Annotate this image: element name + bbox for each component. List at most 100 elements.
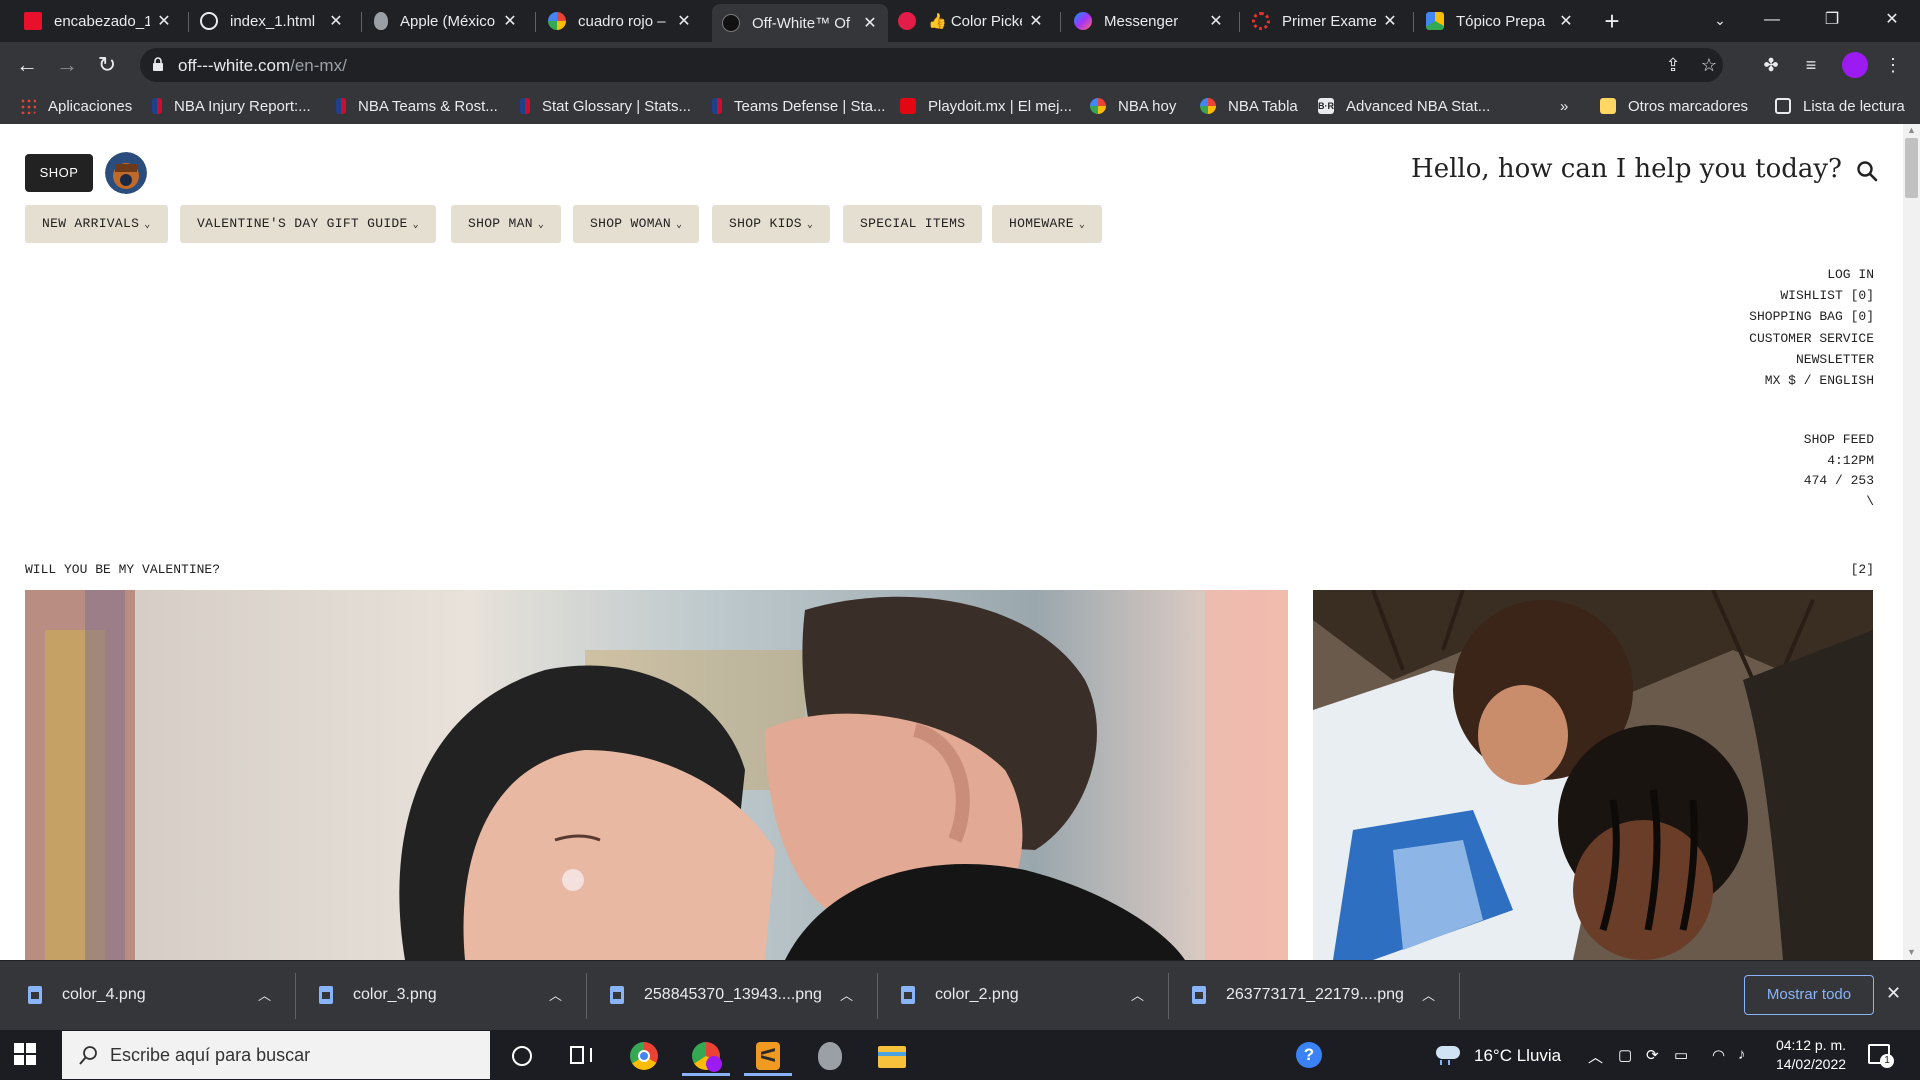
minimize-button[interactable]: — <box>1746 0 1798 40</box>
menu-dots-icon[interactable]: ⋮ <box>1882 54 1904 76</box>
profile-avatar[interactable] <box>1842 52 1868 78</box>
close-icon[interactable]: ✕ <box>502 11 518 31</box>
chevron-up-icon[interactable]: ︿ <box>840 985 853 1004</box>
close-icon[interactable]: ✕ <box>862 13 878 33</box>
download-item[interactable]: color_2.png ︿ <box>873 961 1163 1031</box>
close-download-shelf-icon[interactable]: ✕ <box>1886 983 1901 1004</box>
shopping-bag-link[interactable]: SHOPPING BAG [0] <box>1749 306 1874 327</box>
weather-text[interactable]: 16°C Lluvia <box>1474 1046 1561 1066</box>
tab-search-button[interactable]: ⌄ <box>1694 0 1746 40</box>
bookmark-apps[interactable]: Aplicaciones <box>20 94 132 118</box>
shop-feed-title[interactable]: SHOP FEED <box>1804 430 1874 451</box>
menu-shop-man[interactable]: SHOP MAN ⌄ <box>451 205 562 243</box>
restore-button[interactable]: ❐ <box>1806 0 1858 40</box>
reading-list[interactable]: Lista de lectura <box>1775 94 1905 118</box>
page-scrollbar[interactable]: ▲ ▼ <box>1903 124 1920 960</box>
tab-apple[interactable]: Apple (México ✕ <box>364 4 528 38</box>
taskbar-search-box[interactable]: Escribe aquí para buscar <box>62 1031 490 1079</box>
tab-off-white[interactable]: Off-White™ Of ✕ <box>712 4 888 42</box>
bookmarks-overflow-button[interactable]: » <box>1560 94 1568 118</box>
system-clock[interactable]: 04:12 p. m. 14/02/2022 <box>1766 1036 1856 1074</box>
wishlist-link[interactable]: WISHLIST [0] <box>1749 285 1874 306</box>
close-icon[interactable]: ✕ <box>156 11 172 31</box>
login-link[interactable]: LOG IN <box>1749 264 1874 285</box>
search-icon[interactable] <box>1856 160 1878 182</box>
chrome-icon[interactable] <box>620 1036 668 1076</box>
file-explorer-icon[interactable] <box>868 1036 916 1076</box>
tab-color-picker[interactable]: 👍 Color Picke ✕ <box>888 4 1054 38</box>
menu-new-arrivals[interactable]: NEW ARRIVALS ⌄ <box>25 205 168 243</box>
star-icon[interactable]: ☆ <box>1698 54 1720 76</box>
chevron-up-icon[interactable]: ︿ <box>1588 1046 1603 1067</box>
download-item[interactable]: color_3.png ︿ <box>291 961 581 1031</box>
tab-cuadro-rojo[interactable]: cuadro rojo – I ✕ <box>538 4 702 38</box>
notifications-icon[interactable]: 1 <box>1868 1044 1894 1068</box>
tab-encabezado[interactable]: encabezado_1 ✕ <box>14 4 182 38</box>
valentine-photo-side[interactable] <box>1313 590 1873 960</box>
currency-language-link[interactable]: MX $ / ENGLISH <box>1749 370 1874 391</box>
close-icon[interactable]: ✕ <box>1558 11 1574 31</box>
sync-icon[interactable]: ⟳ <box>1646 1046 1659 1064</box>
reload-button[interactable]: ↻ <box>92 50 122 80</box>
menu-special-items[interactable]: SPECIAL ITEMS <box>843 205 983 243</box>
close-icon[interactable]: ✕ <box>1382 11 1398 31</box>
show-all-downloads-button[interactable]: Mostrar todo <box>1744 975 1874 1015</box>
close-icon[interactable]: ✕ <box>676 11 692 31</box>
bookmark-nba-tabla[interactable]: NBA Tabla <box>1200 94 1298 118</box>
sublime-text-icon[interactable] <box>744 1036 792 1076</box>
menu-shop-woman[interactable]: SHOP WOMAN ⌄ <box>573 205 700 243</box>
task-view-icon[interactable] <box>556 1036 604 1076</box>
scroll-down-arrow-icon[interactable]: ▼ <box>1907 948 1916 957</box>
bookmark-nba-injury[interactable]: NBA Injury Report:... <box>152 94 311 118</box>
download-item[interactable]: color_4.png ︿ <box>0 961 290 1031</box>
chrome-active-window-icon[interactable] <box>682 1036 730 1076</box>
bookmark-playdoit[interactable]: Playdoit.mx | El mej... <box>900 94 1072 118</box>
share-icon[interactable]: ⇪ <box>1662 54 1684 76</box>
brand-logo[interactable] <box>105 152 147 194</box>
close-window-button[interactable]: ✕ <box>1866 0 1918 40</box>
download-item[interactable]: 263773171_22179....png ︿ <box>1164 961 1454 1031</box>
valentine-photo-main[interactable] <box>25 590 1288 960</box>
close-icon[interactable]: ✕ <box>1208 11 1224 31</box>
shop-button[interactable]: SHOP <box>25 154 93 192</box>
media-control-icon[interactable]: ≡ <box>1800 54 1822 76</box>
scrollbar-thumb[interactable] <box>1905 138 1918 198</box>
app-shield-icon[interactable] <box>806 1036 854 1076</box>
bookmark-stat-glossary[interactable]: Stat Glossary | Stats... <box>520 94 691 118</box>
new-tab-button[interactable]: + <box>1597 6 1627 36</box>
bookmark-nba-teams[interactable]: NBA Teams & Rost... <box>336 94 498 118</box>
volume-icon[interactable]: ♪ <box>1738 1046 1746 1063</box>
bookmark-advanced-nba[interactable]: B·R Advanced NBA Stat... <box>1318 94 1490 118</box>
help-icon[interactable]: ? <box>1296 1042 1322 1068</box>
chevron-up-icon[interactable]: ︿ <box>1131 985 1144 1004</box>
scroll-up-arrow-icon[interactable]: ▲ <box>1907 126 1916 135</box>
extensions-icon[interactable]: ✤ <box>1760 54 1782 76</box>
menu-homeware[interactable]: HOMEWARE ⌄ <box>992 205 1103 243</box>
menu-shop-kids[interactable]: SHOP KIDS ⌄ <box>712 205 831 243</box>
forward-button[interactable]: → <box>52 50 82 80</box>
battery-icon[interactable]: ▭ <box>1674 1046 1688 1064</box>
close-icon[interactable]: ✕ <box>1028 11 1044 31</box>
help-search-prompt[interactable]: Hello, how can I help you today? <box>1411 154 1842 184</box>
chevron-up-icon[interactable]: ︿ <box>258 985 271 1004</box>
bookmark-nba-hoy[interactable]: NBA hoy <box>1090 94 1176 118</box>
back-button[interactable]: ← <box>12 50 42 80</box>
newsletter-link[interactable]: NEWSLETTER <box>1749 349 1874 370</box>
device-icon[interactable]: ▢ <box>1618 1046 1632 1064</box>
download-item[interactable]: 258845370_13943....png ︿ <box>582 961 872 1031</box>
cortana-icon[interactable] <box>496 1036 544 1076</box>
tab-index[interactable]: index_1.html ✕ <box>190 4 354 38</box>
tab-topico-prepa[interactable]: Tópico Prepa ✕ <box>1416 4 1584 38</box>
wifi-icon[interactable]: ◠ <box>1712 1046 1725 1064</box>
menu-valentines-gift-guide[interactable]: VALENTINE'S DAY GIFT GUIDE ⌄ <box>180 205 436 243</box>
customer-service-link[interactable]: CUSTOMER SERVICE <box>1749 328 1874 349</box>
chevron-up-icon[interactable]: ︿ <box>1422 985 1435 1004</box>
tab-primer-examen[interactable]: Primer Exame ✕ <box>1242 4 1408 38</box>
tab-messenger[interactable]: Messenger ✕ <box>1064 4 1234 38</box>
chevron-up-icon[interactable]: ︿ <box>549 985 562 1004</box>
address-bar[interactable]: off---white.com/en-mx/ ⇪ ☆ <box>140 48 1723 82</box>
windows-start-icon[interactable] <box>14 1043 36 1065</box>
close-icon[interactable]: ✕ <box>328 11 344 31</box>
bookmark-teams-defense[interactable]: Teams Defense | Sta... <box>712 94 885 118</box>
bookmark-other[interactable]: Otros marcadores <box>1600 94 1748 118</box>
